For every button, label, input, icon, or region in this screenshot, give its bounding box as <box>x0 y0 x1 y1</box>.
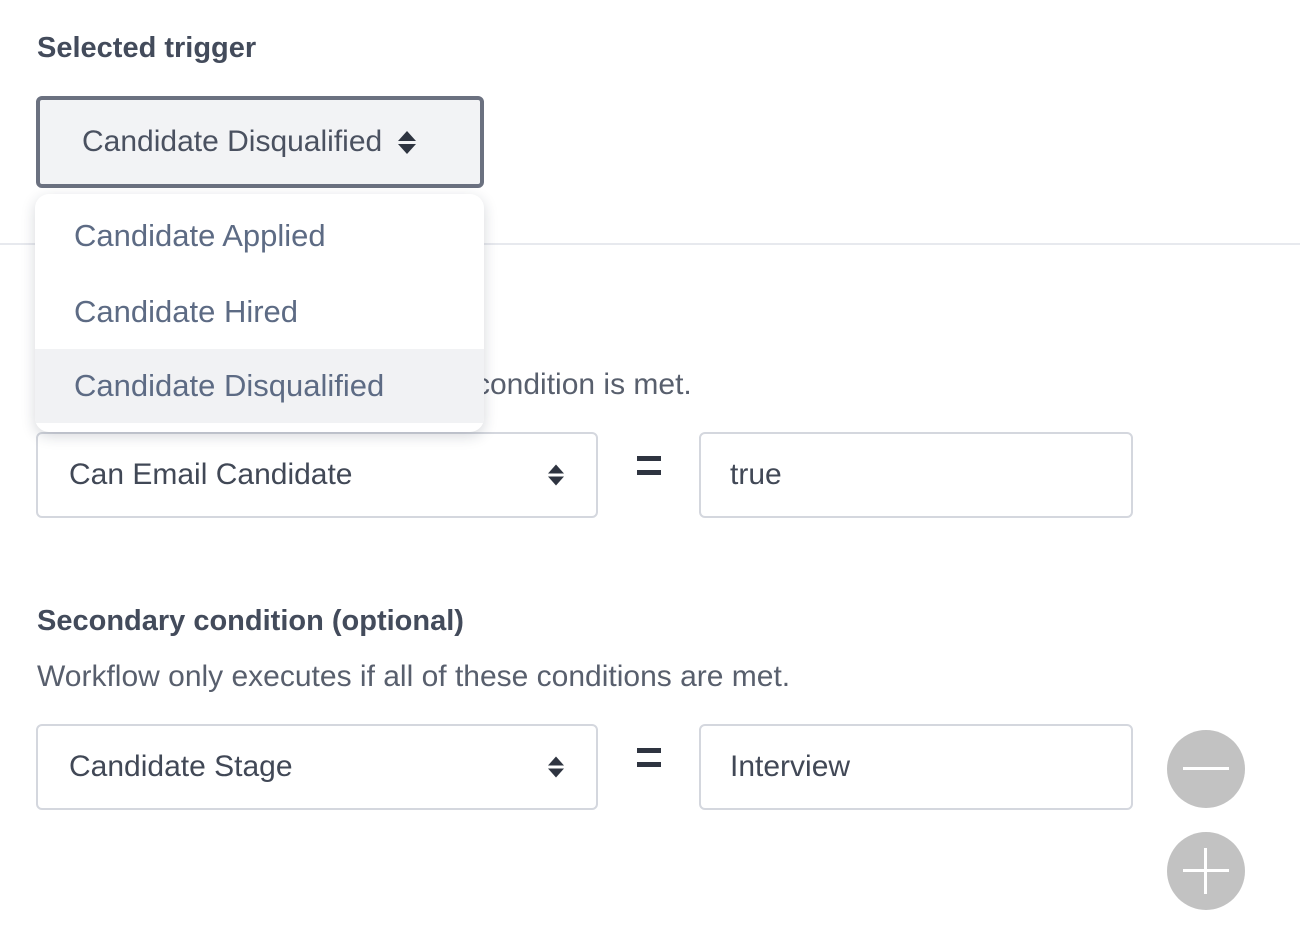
equals-operator-icon <box>637 748 667 770</box>
sort-caret-icon <box>548 464 564 486</box>
dropdown-option-candidate-hired[interactable]: Candidate Hired <box>35 275 484 349</box>
secondary-condition-description: Workflow only executes if all of these c… <box>37 660 791 693</box>
secondary-condition-value-input[interactable] <box>699 724 1133 810</box>
trigger-select-value: Candidate Disqualified <box>82 125 383 158</box>
dropdown-option-candidate-applied[interactable]: Candidate Applied <box>35 199 484 273</box>
secondary-condition-field-select[interactable]: Candidate Stage <box>36 724 598 810</box>
equals-operator-icon <box>637 456 667 478</box>
trigger-dropdown-menu: Candidate Applied Candidate Hired Candid… <box>35 194 484 432</box>
secondary-condition-heading: Secondary condition (optional) <box>37 605 464 637</box>
trigger-select[interactable]: Candidate Disqualified <box>36 96 484 188</box>
primary-condition-value-input[interactable] <box>699 432 1133 518</box>
primary-condition-description: condition is met. <box>475 368 692 401</box>
secondary-condition-field-value: Candidate Stage <box>69 750 293 783</box>
workflow-trigger-form: Selected trigger Candidate Disqualified … <box>0 0 1300 952</box>
primary-condition-field-select[interactable]: Can Email Candidate <box>36 432 598 518</box>
minus-circle-icon <box>1183 767 1229 770</box>
add-condition-button[interactable] <box>1167 832 1245 910</box>
sort-caret-icon <box>548 756 564 778</box>
dropdown-option-candidate-disqualified[interactable]: Candidate Disqualified <box>35 349 484 423</box>
sort-caret-icon <box>398 130 417 154</box>
primary-condition-field-value: Can Email Candidate <box>69 458 353 491</box>
remove-condition-button[interactable] <box>1167 730 1245 808</box>
selected-trigger-heading: Selected trigger <box>37 32 257 64</box>
